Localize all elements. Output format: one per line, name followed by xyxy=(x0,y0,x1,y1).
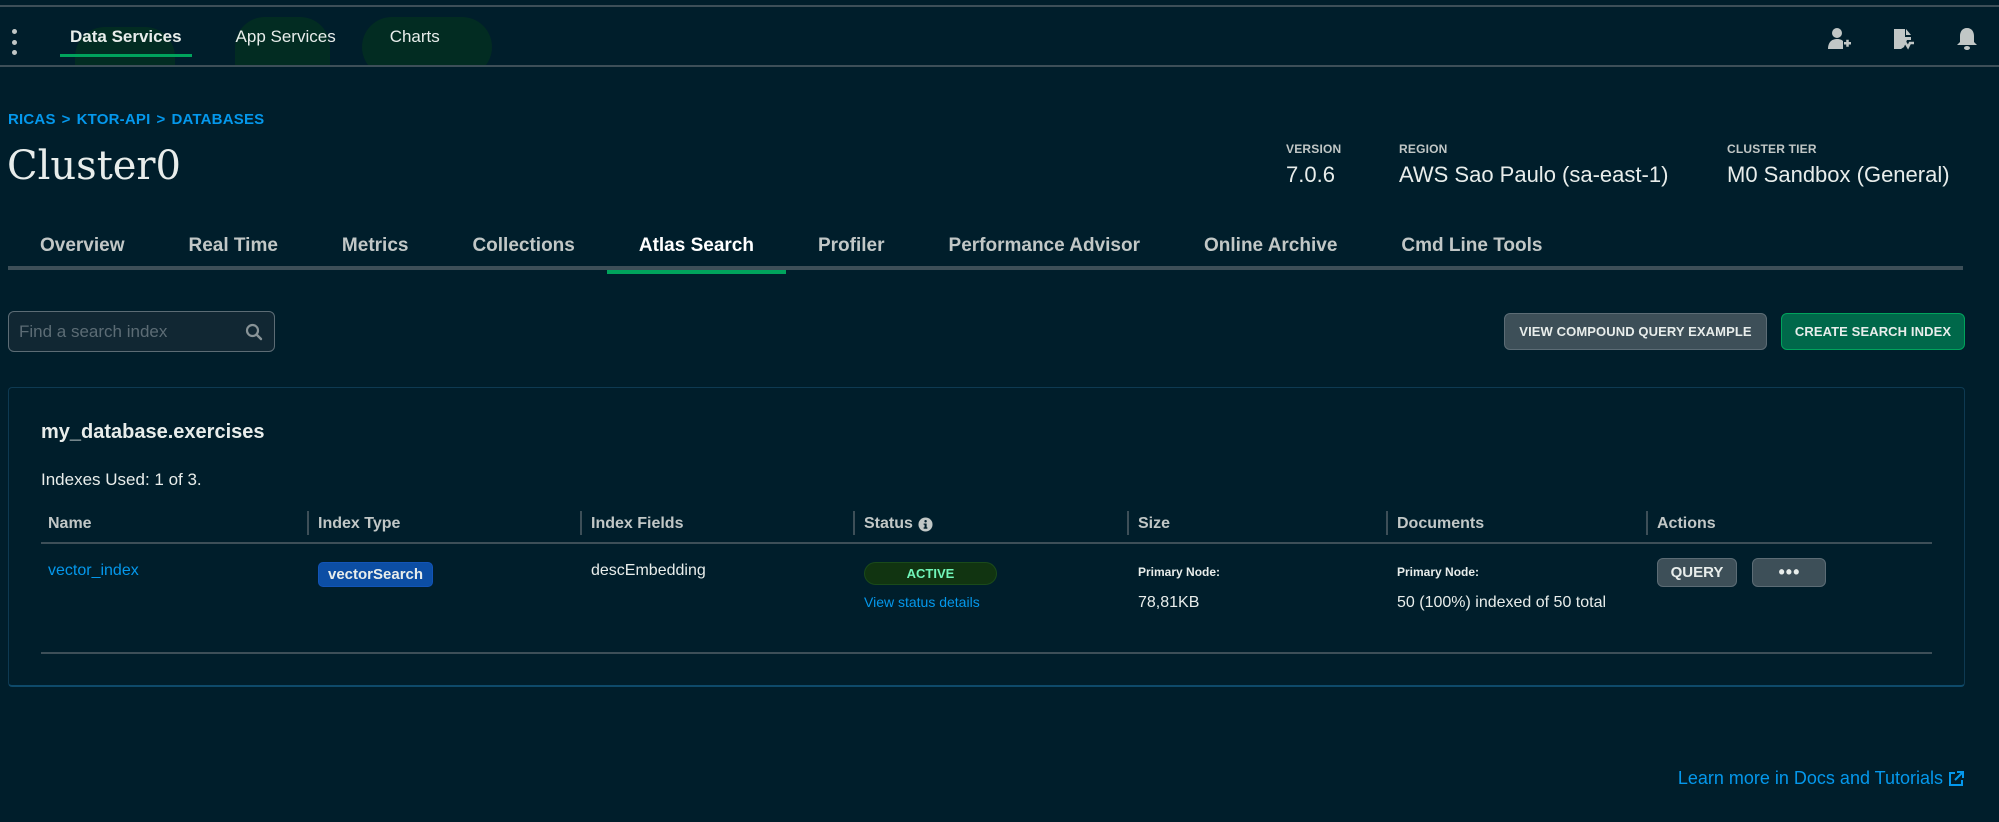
cell-name: vector_index xyxy=(41,544,311,652)
cell-actions: QUERY ••• xyxy=(1650,544,1932,652)
cell-documents: Primary Node: 50 (100%) indexed of 50 to… xyxy=(1390,544,1650,652)
cell-size: Primary Node: 78,81KB xyxy=(1131,544,1390,652)
version-value: 7.0.6 xyxy=(1286,162,1335,187)
breadcrumb-databases[interactable]: DATABASES xyxy=(171,111,264,128)
region-label: REGION xyxy=(1399,142,1448,156)
breadcrumb-separator: > xyxy=(156,111,166,128)
column-header-documents[interactable]: Documents xyxy=(1386,506,1650,542)
cell-status: ACTIVE View status details xyxy=(857,544,1131,652)
tab-real-time[interactable]: Real Time xyxy=(157,228,310,270)
column-header-actions: Actions xyxy=(1646,506,1932,542)
learn-more-label: Learn more in Docs and Tutorials xyxy=(1677,768,1943,788)
table-header: Name Index Type Index Fields Status Size… xyxy=(41,506,1932,544)
column-header-label: Status xyxy=(864,515,913,532)
top-navigation-bar: Data Services App Services Charts xyxy=(0,5,1999,67)
query-button[interactable]: QUERY xyxy=(1657,558,1737,587)
tab-profiler[interactable]: Profiler xyxy=(786,228,917,270)
breadcrumb-separator: > xyxy=(61,111,71,128)
tier-label: CLUSTER TIER xyxy=(1727,142,1817,156)
column-header-label: Name xyxy=(48,515,92,532)
column-header-name[interactable]: Name xyxy=(41,506,311,542)
collection-title: my_database.exercises xyxy=(41,421,265,443)
search-index-field xyxy=(8,311,275,352)
search-indexes-table: Name Index Type Index Fields Status Size… xyxy=(41,506,1932,654)
column-header-label: Size xyxy=(1138,515,1171,532)
topnav-charts[interactable]: Charts xyxy=(380,7,450,65)
view-status-details-link[interactable]: View status details xyxy=(864,594,1131,610)
column-header-label: Documents xyxy=(1397,515,1485,532)
activity-feed-icon[interactable] xyxy=(1889,25,1917,53)
indexes-used-text: Indexes Used: 1 of 3. xyxy=(41,470,202,489)
breadcrumb: RICAS > KTOR-API > DATABASES xyxy=(8,111,264,128)
cluster-version: VERSION 7.0.6 xyxy=(1286,142,1341,188)
region-value: AWS Sao Paulo (sa-east-1) xyxy=(1399,162,1669,187)
documents-value: 50 (100%) indexed of 50 total xyxy=(1397,594,1607,611)
size-value: 78,81KB xyxy=(1138,594,1200,611)
column-header-status[interactable]: Status xyxy=(853,506,1131,542)
column-header-label: Index Fields xyxy=(591,515,684,532)
tab-collections[interactable]: Collections xyxy=(440,228,606,270)
cluster-region: REGION AWS Sao Paulo (sa-east-1) xyxy=(1399,142,1668,188)
product-navigation: Data Services App Services Charts xyxy=(60,7,484,65)
external-link-icon xyxy=(1949,770,1964,786)
tab-online-archive[interactable]: Online Archive xyxy=(1172,228,1369,270)
size-primary-node-label: Primary Node: xyxy=(1138,565,1221,579)
version-label: VERSION xyxy=(1286,142,1342,156)
tab-overview[interactable]: Overview xyxy=(8,228,157,270)
status-badge: ACTIVE xyxy=(864,562,997,585)
notifications-bell-icon[interactable] xyxy=(1953,25,1981,53)
column-header-label: Actions xyxy=(1657,515,1716,532)
column-header-index-type[interactable]: Index Type xyxy=(307,506,584,542)
tab-cmd-line-tools[interactable]: Cmd Line Tools xyxy=(1369,228,1574,270)
create-search-index-button[interactable]: CREATE SEARCH INDEX xyxy=(1781,313,1965,350)
breadcrumb-project[interactable]: KTOR-API xyxy=(77,111,151,128)
learn-more-docs-link[interactable]: Learn more in Docs and Tutorials xyxy=(1678,768,1965,789)
cell-index-fields: descEmbedding xyxy=(591,562,706,579)
view-compound-query-example-button[interactable]: VIEW COMPOUND QUERY EXAMPLE xyxy=(1504,313,1767,350)
tab-metrics[interactable]: Metrics xyxy=(310,228,441,270)
invite-user-icon[interactable] xyxy=(1825,25,1853,53)
cluster-tabs: Overview Real Time Metrics Collections A… xyxy=(8,228,1963,274)
page-title: Cluster0 xyxy=(7,143,182,189)
tab-performance-advisor[interactable]: Performance Advisor xyxy=(917,228,1172,270)
tab-atlas-search[interactable]: Atlas Search xyxy=(606,228,787,274)
top-right-icons xyxy=(1825,25,1981,53)
column-header-index-fields[interactable]: Index Fields xyxy=(580,506,857,542)
column-header-label: Index Type xyxy=(318,515,401,532)
topnav-app-services[interactable]: App Services xyxy=(226,7,346,65)
breadcrumb-org[interactable]: RICAS xyxy=(8,111,56,128)
column-header-size[interactable]: Size xyxy=(1127,506,1390,542)
search-icon[interactable] xyxy=(244,322,264,342)
search-index-input[interactable] xyxy=(19,321,244,342)
collection-card: my_database.exercises Indexes Used: 1 of… xyxy=(8,387,1965,687)
tier-value: M0 Sandbox (General) xyxy=(1727,162,1950,187)
cluster-tier: CLUSTER TIER M0 Sandbox (General) xyxy=(1727,142,1950,188)
table-row: vector_index vectorSearch descEmbedding … xyxy=(41,544,1932,654)
topnav-data-services[interactable]: Data Services xyxy=(60,7,192,65)
index-type-badge: vectorSearch xyxy=(318,562,434,587)
more-options-menu-icon[interactable] xyxy=(8,29,20,55)
documents-primary-node-label: Primary Node: xyxy=(1397,565,1480,579)
info-icon[interactable] xyxy=(918,517,933,532)
cell-index-type: vectorSearch xyxy=(311,544,584,652)
more-actions-button[interactable]: ••• xyxy=(1752,558,1827,587)
index-name-link[interactable]: vector_index xyxy=(48,562,139,579)
